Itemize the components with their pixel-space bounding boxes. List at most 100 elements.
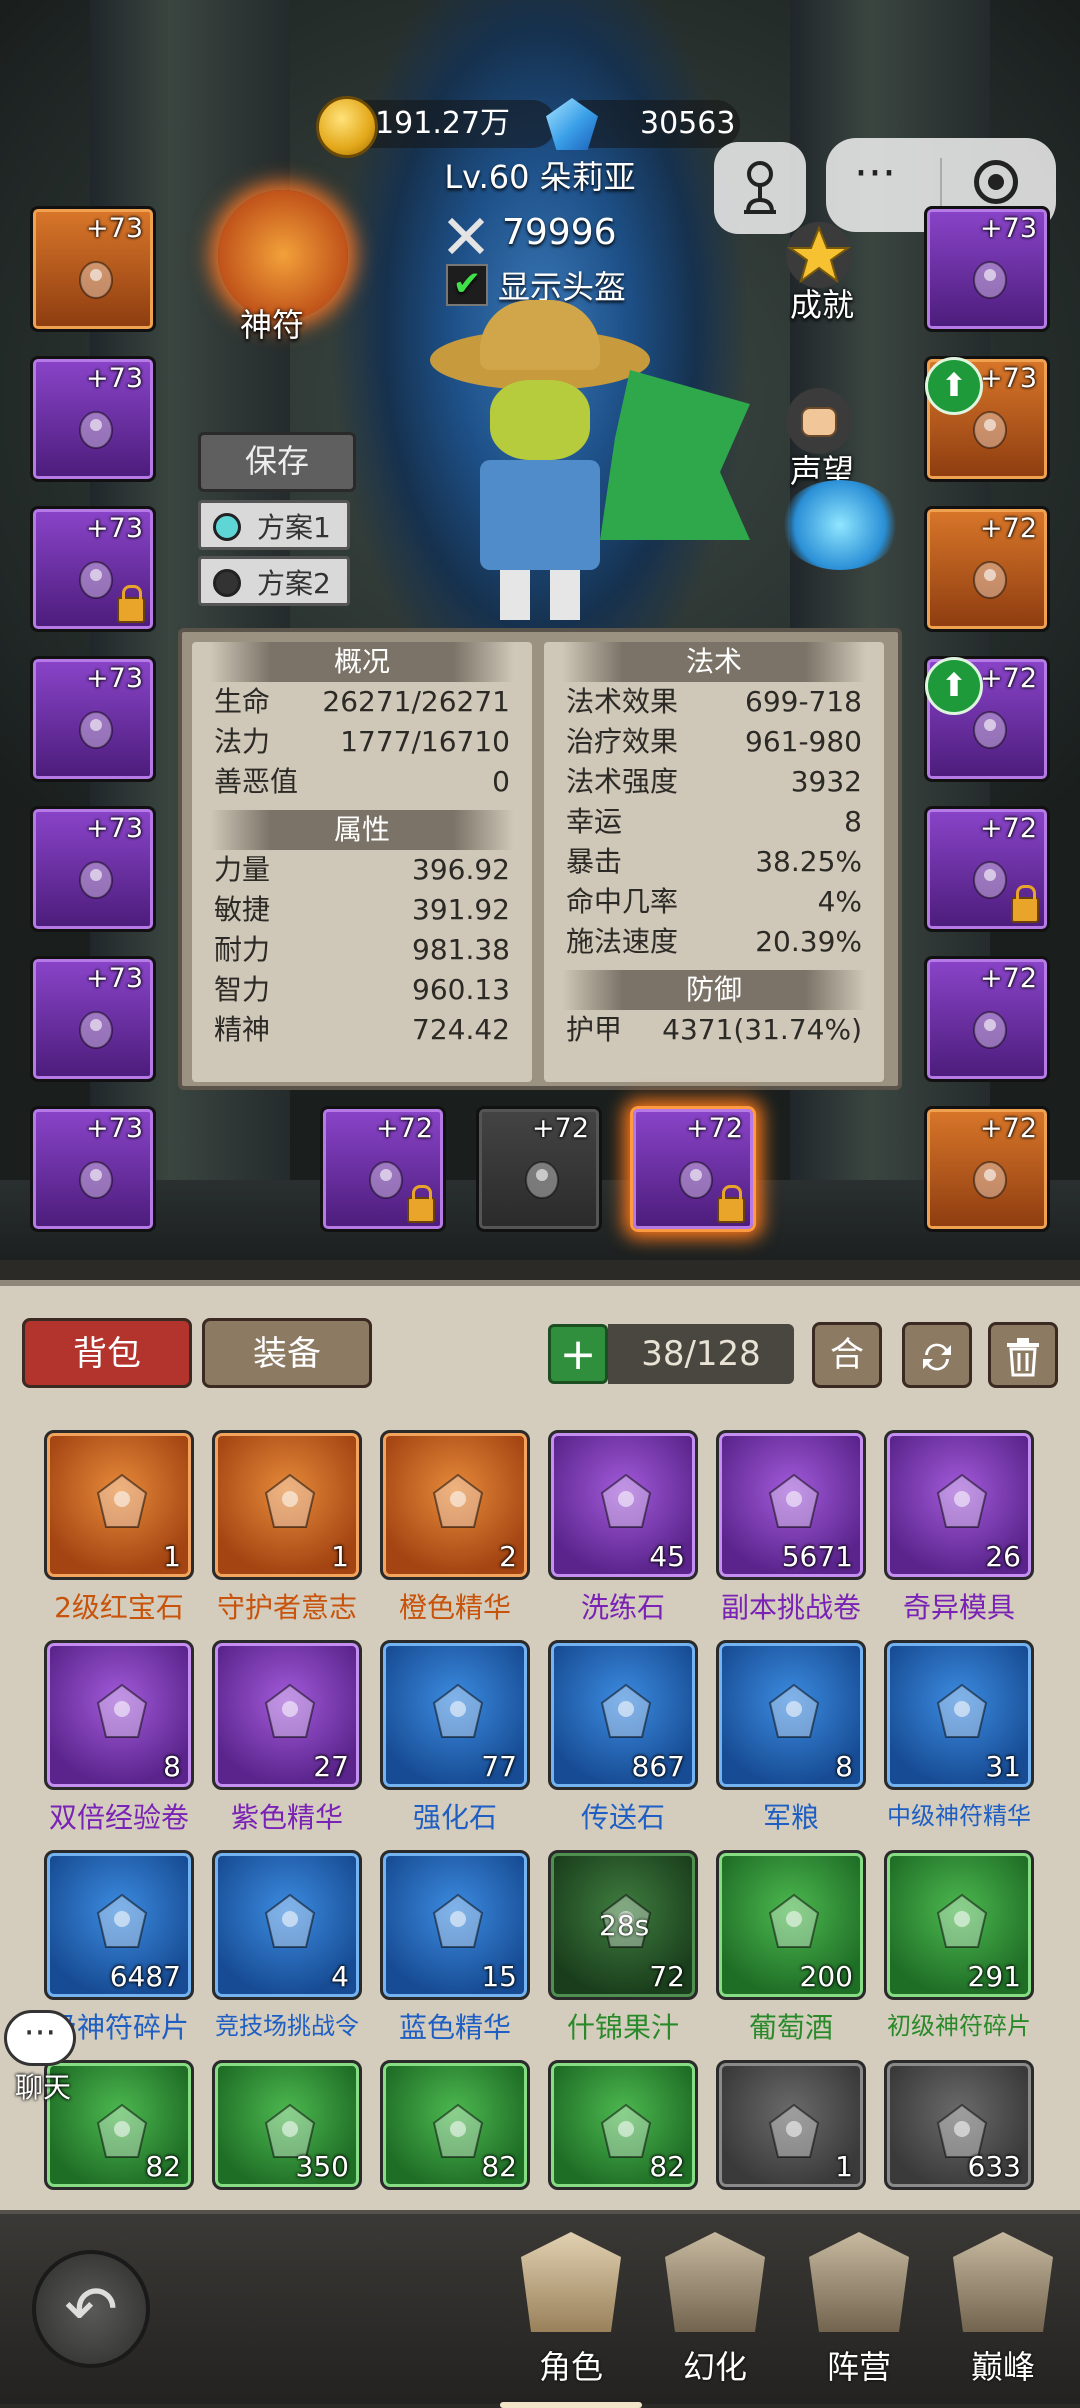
blue-flame-brazier	[780, 480, 900, 570]
equipment-slot[interactable]: +73	[30, 956, 156, 1082]
stat-value: 26271/26271	[322, 685, 510, 718]
inventory-item[interactable]: 15	[380, 1850, 530, 2000]
stat-row: 治疗效果 961-980	[544, 722, 884, 762]
back-button[interactable]: ↶	[32, 2250, 150, 2368]
tab-backpack[interactable]: 背包	[22, 1318, 192, 1388]
stat-value: 724.42	[412, 1013, 510, 1046]
item-name: 竞技场挑战令	[215, 2012, 359, 2040]
stat-row: 命中几率 4%	[544, 882, 884, 922]
inventory-item[interactable]: 1	[716, 2060, 866, 2190]
equipment-slot[interactable]: +72	[630, 1106, 756, 1232]
inventory-item[interactable]: 45	[548, 1430, 698, 1580]
nav-faction[interactable]: 阵营	[794, 2232, 924, 2402]
plan-2-button[interactable]: 方案2	[198, 556, 350, 606]
staff-icon	[679, 1161, 713, 1199]
stat-row: 施法速度 20.39%	[544, 922, 884, 962]
nav-transmog[interactable]: 幻化	[650, 2232, 780, 2402]
sort-button[interactable]	[902, 1322, 972, 1388]
inventory-item[interactable]: 82	[380, 2060, 530, 2190]
shield-icon	[525, 1161, 559, 1199]
inventory-item[interactable]: 8	[44, 1640, 194, 1790]
equipment-slot[interactable]: +72	[320, 1106, 446, 1232]
inventory-item[interactable]: 5671	[716, 1430, 866, 1580]
potion-icon	[79, 261, 113, 299]
inventory-item[interactable]: 633	[884, 2060, 1034, 2190]
achievement-label[interactable]: 成就	[790, 280, 854, 326]
checkbox-checked-icon[interactable]: ✔	[446, 264, 488, 306]
inventory-item[interactable]: 1	[44, 1430, 194, 1580]
equipment-slot[interactable]: +73	[30, 206, 156, 332]
merge-button[interactable]: 合	[812, 1322, 882, 1388]
save-button[interactable]: 保存	[198, 432, 356, 492]
inventory-item[interactable]: 350	[212, 2060, 362, 2190]
glove-icon	[79, 1161, 113, 1199]
nav-peak[interactable]: 巅峰	[938, 2232, 1068, 2402]
stat-value: 4371(31.74%)	[662, 1013, 862, 1046]
bag-capacity: 38/128	[608, 1324, 794, 1384]
equipment-slot[interactable]: +73 ⬆	[924, 356, 1050, 482]
necklace-icon	[79, 411, 113, 449]
attributes-rows: 力量 396.92 敏捷 391.92 耐力 981.38 智力 960.13 精神 724.42	[192, 850, 532, 1050]
equipment-slot[interactable]: +72	[924, 506, 1050, 632]
equipment-slot[interactable]: +73	[924, 206, 1050, 332]
rune-label: 神符	[240, 306, 305, 344]
item-name: 奇异模具	[902, 1591, 1015, 1624]
equipment-slot[interactable]: +73	[30, 806, 156, 932]
inventory-item[interactable]: 867	[548, 1640, 698, 1790]
chat-button[interactable]: ··· 聊天	[4, 2010, 82, 2106]
inventory-item[interactable]: 2	[380, 1430, 530, 1580]
inventory-item[interactable]: 4	[212, 1850, 362, 2000]
magic-rows: 法术效果 699-718 治疗效果 961-980 法术强度 3932 幸运 8 暴击 38.25…	[544, 682, 884, 962]
item-quantity: 45	[649, 1540, 685, 1573]
equipment-slot[interactable]: +73	[30, 356, 156, 482]
enhance-level: +73	[980, 213, 1037, 244]
plan-2-radio-icon	[213, 569, 241, 597]
item-name: 葡萄酒	[748, 2011, 833, 2044]
inventory-item[interactable]: 31	[884, 1640, 1034, 1790]
inventory-item[interactable]: 28s 72	[548, 1850, 698, 2000]
equipment-slot[interactable]: +72 ⬆	[924, 656, 1050, 782]
tab-equipment[interactable]: 装备	[202, 1318, 372, 1388]
equipment-slot[interactable]: +72	[924, 956, 1050, 1082]
rune-stone-icon	[600, 1473, 652, 1528]
stat-row: 力量 396.92	[192, 850, 532, 890]
expand-bag-button[interactable]: +	[548, 1324, 608, 1384]
stat-row: 耐力 981.38	[192, 930, 532, 970]
item-quantity: 1	[163, 1540, 181, 1573]
scroll-icon	[96, 1683, 148, 1738]
equipment-slot[interactable]: +72	[924, 806, 1050, 932]
equipment-slot[interactable]: +72	[476, 1106, 602, 1232]
inventory-item[interactable]: 26	[884, 1430, 1034, 1580]
nav-character[interactable]: 角色	[500, 2232, 642, 2408]
delete-button[interactable]	[988, 1322, 1058, 1388]
gold-coin-icon	[316, 96, 378, 158]
inventory-item[interactable]: 291	[884, 1850, 1034, 2000]
item-quantity: 26	[985, 1540, 1021, 1573]
stat-label: 法术效果	[566, 685, 679, 718]
item-quantity: 5671	[781, 1540, 853, 1573]
back-arrow-icon: ↶	[64, 2273, 118, 2347]
item-quantity: 4	[331, 1960, 349, 1993]
item-quantity: 8	[163, 1750, 181, 1783]
stat-label: 敏捷	[214, 893, 271, 926]
item-quantity: 200	[799, 1960, 853, 1993]
plan-1-button[interactable]: 方案1	[198, 500, 350, 550]
equipment-slot[interactable]: +72	[924, 1106, 1050, 1232]
lock-icon	[407, 1185, 435, 1223]
rune-shard-icon	[96, 1893, 148, 1948]
equipment-slot[interactable]: +73	[30, 1106, 156, 1232]
inventory-item[interactable]: 200	[716, 1850, 866, 2000]
mold-icon	[936, 1473, 988, 1528]
stat-label: 护甲	[566, 1013, 623, 1046]
inventory-item[interactable]: 1	[212, 1430, 362, 1580]
equipment-slot[interactable]: +73	[30, 656, 156, 782]
equipment-slot[interactable]: +73	[30, 506, 156, 632]
mask-icon	[665, 2232, 765, 2332]
inventory-item[interactable]: 77	[380, 1640, 530, 1790]
inventory-item[interactable]: 6487	[44, 1850, 194, 2000]
enhance-level: +72	[376, 1113, 433, 1144]
inventory-item[interactable]: 82	[548, 2060, 698, 2190]
stat-value: 38.25%	[755, 845, 862, 878]
inventory-item[interactable]: 27	[212, 1640, 362, 1790]
inventory-item[interactable]: 8	[716, 1640, 866, 1790]
